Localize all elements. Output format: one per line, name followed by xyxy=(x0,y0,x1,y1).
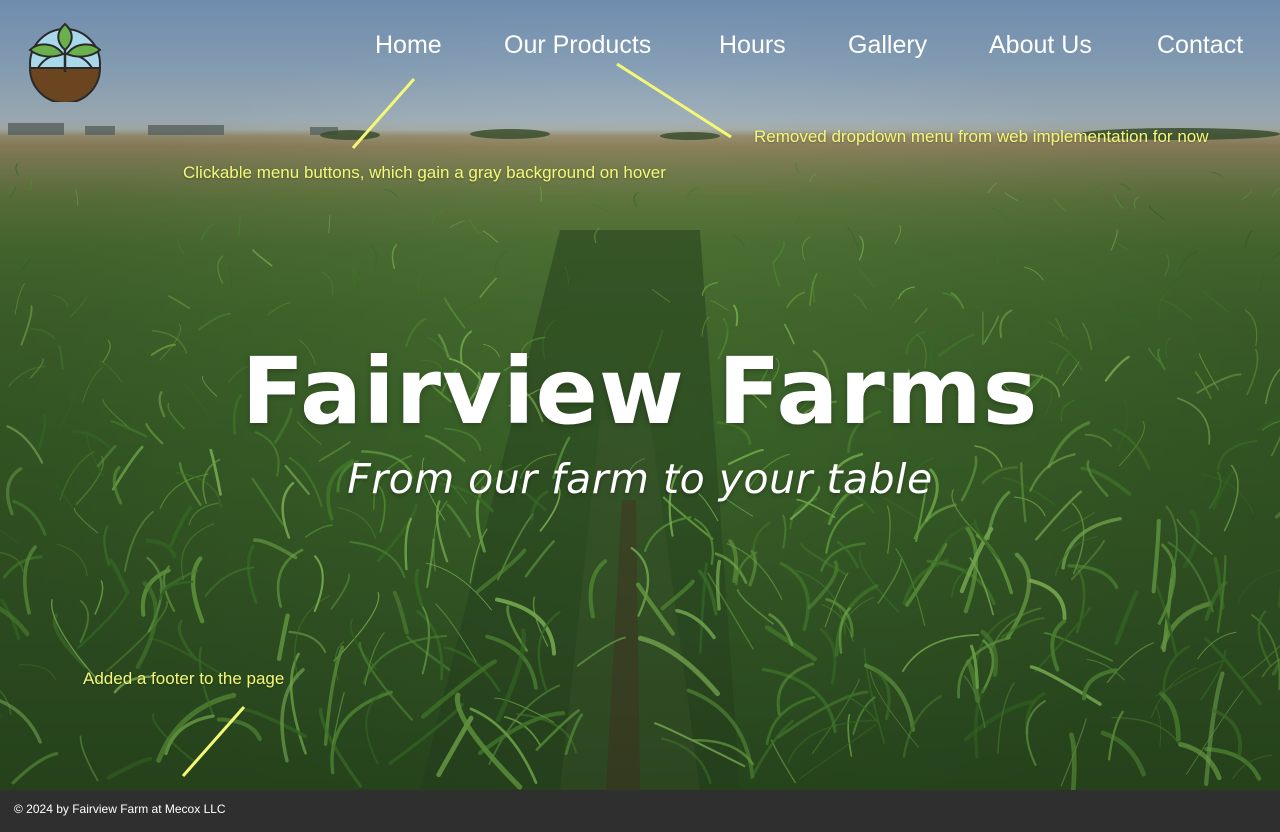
nav-our-products[interactable]: Our Products xyxy=(498,22,657,68)
main-navigation: Home Our Products Hours Gallery About Us… xyxy=(0,22,1280,68)
page-subtitle: From our farm to your table xyxy=(347,455,933,503)
nav-hours[interactable]: Hours xyxy=(713,22,792,68)
footer-copyright: © 2024 by Fairview Farm at Mecox LLC xyxy=(14,802,226,816)
annotation-footer: Added a footer to the page xyxy=(83,669,285,688)
nav-contact[interactable]: Contact xyxy=(1151,22,1249,68)
page-title: Fairview Farms xyxy=(241,338,1039,445)
nav-about-us[interactable]: About Us xyxy=(983,22,1098,68)
page-footer: © 2024 by Fairview Farm at Mecox LLC xyxy=(0,790,1280,832)
annotation-dropdown: Removed dropdown menu from web implement… xyxy=(754,127,1209,146)
annotation-menu-buttons: Clickable menu buttons, which gain a gra… xyxy=(183,163,666,182)
nav-gallery[interactable]: Gallery xyxy=(842,22,933,68)
nav-home[interactable]: Home xyxy=(369,22,448,68)
